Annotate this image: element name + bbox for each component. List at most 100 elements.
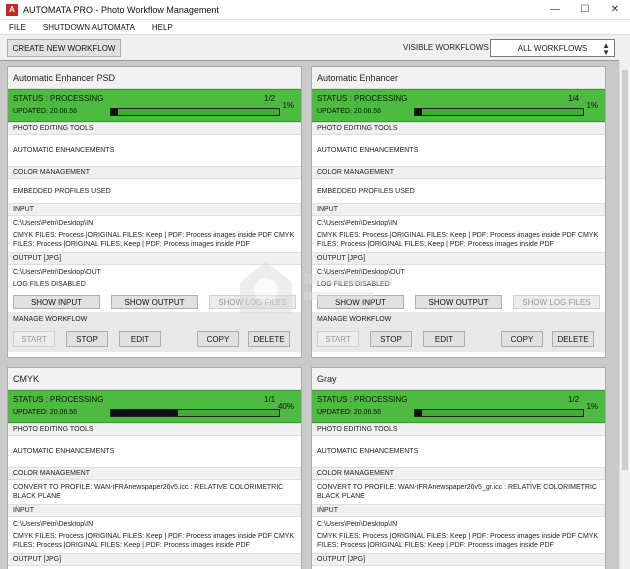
section-header: PHOTO EDITING TOOLS	[8, 423, 301, 436]
input-path: C:\Users\Petri\Desktop\IN	[317, 220, 398, 227]
edit-button[interactable]: EDIT	[119, 331, 161, 347]
progress-count: 1/1	[264, 395, 276, 404]
status-text: STATUS : PROCESSING	[13, 395, 104, 404]
edit-button[interactable]: EDIT	[423, 331, 465, 347]
progress-percent: 1%	[586, 101, 598, 110]
start-button[interactable]: START	[317, 331, 359, 347]
progress-fill	[415, 410, 422, 416]
updated-text: UPDATED: 20.06.56	[13, 409, 78, 416]
show-output-button[interactable]: SHOW OUTPUT	[111, 295, 198, 309]
visible-workflows-value: ALL WORKFLOWS	[517, 43, 588, 53]
show-output-button[interactable]: SHOW OUTPUT	[415, 295, 502, 309]
section-value: CONVERT TO PROFILE: WAN-IFRAnewspaper26v…	[317, 484, 597, 500]
section-header: COLOR MANAGEMENT	[8, 467, 301, 480]
progress-bar	[110, 108, 280, 116]
input-options: CMYK FILES: Process |ORIGINAL FILES: Kee…	[13, 232, 295, 248]
workflow-grid: Automatic Enhancer PSD STATUS : PROCESSI…	[0, 60, 630, 569]
progress-bar	[414, 409, 584, 417]
vertical-scrollbar[interactable]	[619, 60, 630, 569]
section-header: INPUT	[312, 203, 605, 216]
section-header: INPUT	[8, 203, 301, 216]
visible-workflows-select[interactable]: ALL WORKFLOWS ▲ ▼	[490, 39, 615, 57]
show-input-button[interactable]: SHOW INPUT	[13, 295, 100, 309]
output-path: C:\Users\Petri\Desktop\OUT	[13, 269, 101, 276]
show-log-files-button[interactable]: SHOW LOG FILES	[209, 295, 296, 309]
create-new-workflow-button[interactable]: CREATE NEW WORKFLOW	[7, 39, 121, 57]
show-buttons-row: SHOW INPUT SHOW OUTPUT SHOW LOG FILES	[312, 292, 605, 312]
section-header: INPUT	[8, 504, 301, 517]
progress-percent: 40%	[277, 402, 294, 411]
menu-shutdown-automata[interactable]: SHUTDOWN AUTOMATA	[43, 23, 135, 32]
section-header: PHOTO EDITING TOOLS	[312, 122, 605, 135]
workflow-card: Gray STATUS : PROCESSING UPDATED: 20.06.…	[311, 367, 606, 569]
visible-workflows-label: VISIBLE WORKFLOWS	[403, 43, 489, 52]
progress-fill	[415, 109, 422, 115]
stop-button[interactable]: STOP	[66, 331, 108, 347]
section-value: EMBEDDED PROFILES USED	[317, 187, 415, 195]
section-value: CONVERT TO PROFILE: WAN-IFRAnewspaper26v…	[13, 484, 284, 500]
delete-button[interactable]: DELETE	[248, 331, 290, 347]
section-value: EMBEDDED PROFILES USED	[13, 187, 111, 195]
section-header: COLOR MANAGEMENT	[8, 166, 301, 179]
manage-buttons-row: START STOP EDIT COPY DELETE	[8, 326, 301, 352]
section-header: COLOR MANAGEMENT	[312, 467, 605, 480]
window-title: AUTOMATA PRO - Photo Workflow Management	[23, 4, 219, 15]
input-path: C:\Users\Petri\Desktop\IN	[317, 521, 398, 528]
toolbar: CREATE NEW WORKFLOW VISIBLE WORKFLOWS AL…	[0, 34, 630, 60]
input-options: CMYK FILES: Process |ORIGINAL FILES: Kee…	[13, 533, 295, 549]
status-text: STATUS : PROCESSING	[13, 94, 104, 103]
manage-workflow-label: MANAGE WORKFLOW	[8, 312, 301, 326]
section-value: AUTOMATIC ENHANCEMENTS	[13, 448, 115, 455]
input-options: CMYK FILES: Process |ORIGINAL FILES: Kee…	[317, 533, 599, 549]
status-panel: STATUS : PROCESSING UPDATED: 20.06.56 1/…	[8, 89, 301, 122]
minimize-button[interactable]: —	[540, 0, 570, 20]
section-header: COLOR MANAGEMENT	[312, 166, 605, 179]
delete-button[interactable]: DELETE	[552, 331, 594, 347]
section-value: AUTOMATIC ENHANCEMENTS	[317, 147, 419, 154]
status-text: STATUS : PROCESSING	[317, 94, 408, 103]
status-panel: STATUS : PROCESSING UPDATED: 20.06.56 1/…	[8, 390, 301, 423]
section-header: OUTPUT [JPG]	[8, 553, 301, 566]
app-icon: A	[6, 3, 18, 16]
menu-file[interactable]: FILE	[9, 23, 26, 32]
input-path: C:\Users\Petri\Desktop\IN	[13, 521, 94, 528]
copy-button[interactable]: COPY	[501, 331, 543, 347]
progress-percent: 1%	[586, 402, 598, 411]
section-value: AUTOMATIC ENHANCEMENTS	[13, 147, 115, 154]
workflow-card: Automatic Enhancer STATUS : PROCESSING U…	[311, 66, 606, 358]
updated-text: UPDATED: 20.06.56	[317, 409, 382, 416]
maximize-button[interactable]: ☐	[570, 0, 600, 20]
section-value: AUTOMATIC ENHANCEMENTS	[317, 448, 419, 455]
progress-bar	[414, 108, 584, 116]
manage-buttons-row: START STOP EDIT COPY DELETE	[312, 326, 605, 352]
progress-bar	[110, 409, 280, 417]
stop-button[interactable]: STOP	[370, 331, 412, 347]
section-header: PHOTO EDITING TOOLS	[8, 122, 301, 135]
spinner-arrows-icon: ▲ ▼	[602, 41, 610, 57]
workflow-title: Automatic Enhancer PSD	[8, 67, 301, 89]
scroll-thumb[interactable]	[622, 70, 628, 470]
workflow-card: CMYK STATUS : PROCESSING UPDATED: 20.06.…	[7, 367, 302, 569]
show-log-files-button[interactable]: SHOW LOG FILES	[513, 295, 600, 309]
log-status: LOG FILES DISABLED	[317, 281, 390, 288]
progress-percent: 1%	[282, 101, 294, 110]
progress-count: 1/2	[568, 395, 580, 404]
workflow-title: Gray	[312, 368, 605, 390]
output-path: C:\Users\Petri\Desktop\OUT	[317, 269, 405, 276]
start-button[interactable]: START	[13, 331, 55, 347]
title-bar: A AUTOMATA PRO - Photo Workflow Manageme…	[0, 0, 630, 20]
workflow-card: Automatic Enhancer PSD STATUS : PROCESSI…	[7, 66, 302, 358]
progress-fill	[111, 410, 179, 416]
section-header: OUTPUT [JPG]	[8, 252, 301, 265]
menu-help[interactable]: HELP	[152, 23, 173, 32]
status-text: STATUS : PROCESSING	[317, 395, 408, 404]
status-panel: STATUS : PROCESSING UPDATED: 20.06.56 1/…	[312, 390, 605, 423]
show-input-button[interactable]: SHOW INPUT	[317, 295, 404, 309]
status-panel: STATUS : PROCESSING UPDATED: 20.06.56 1/…	[312, 89, 605, 122]
manage-workflow-label: MANAGE WORKFLOW	[312, 312, 605, 326]
progress-fill	[111, 109, 118, 115]
copy-button[interactable]: COPY	[197, 331, 239, 347]
section-header: OUTPUT [JPG]	[312, 252, 605, 265]
section-header: PHOTO EDITING TOOLS	[312, 423, 605, 436]
close-button[interactable]: ✕	[600, 0, 630, 20]
